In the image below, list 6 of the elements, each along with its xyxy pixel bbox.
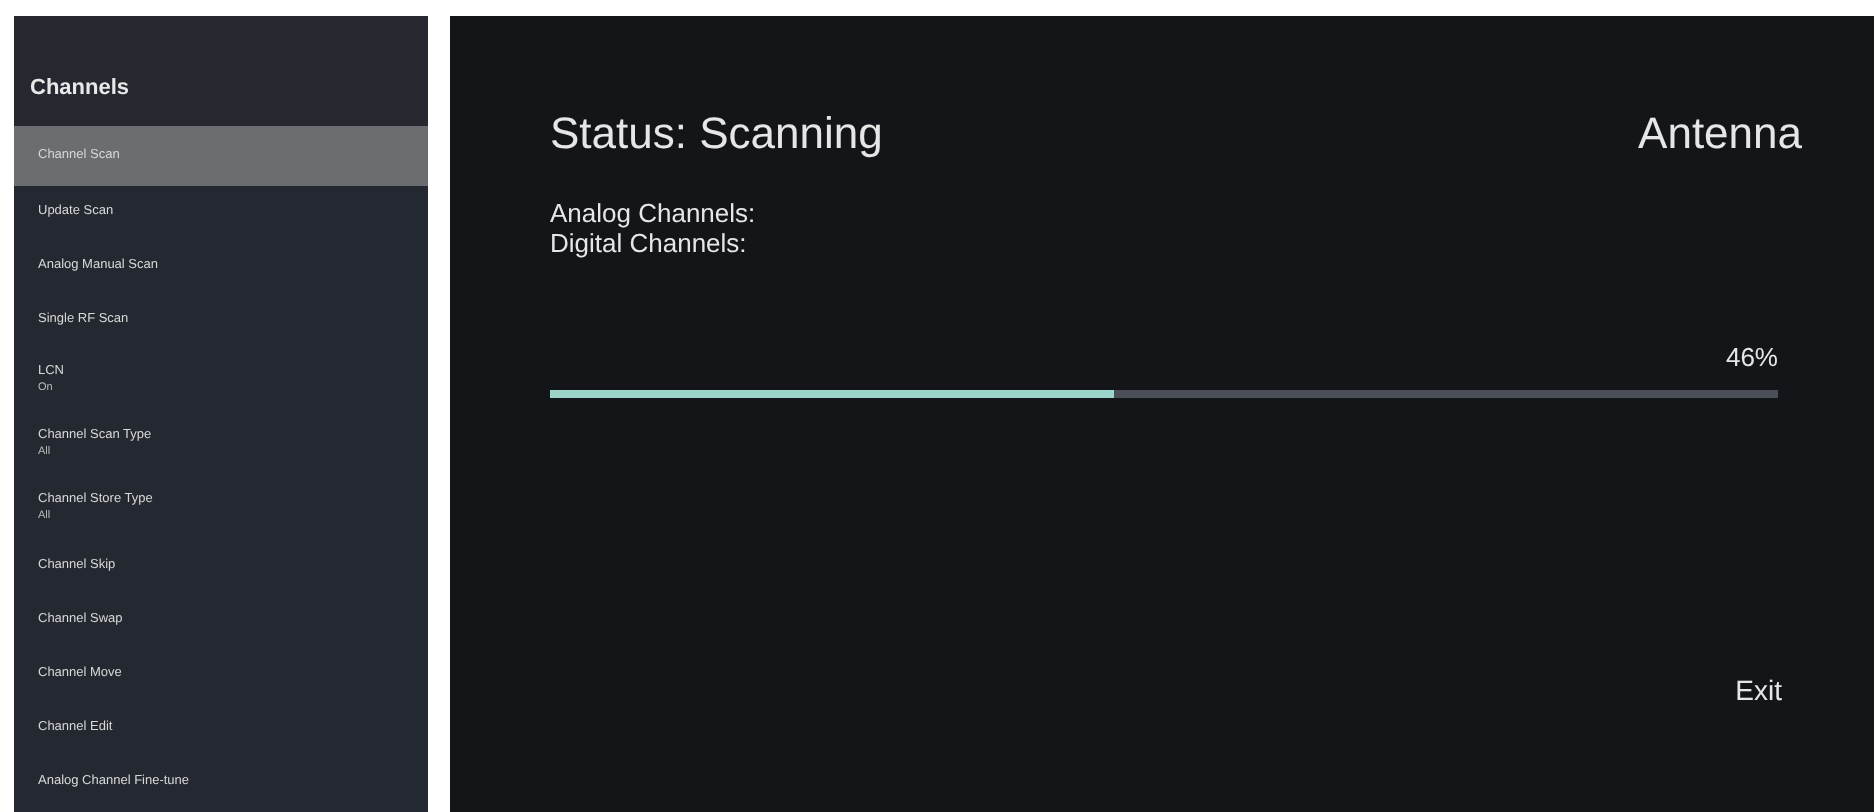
source-text: Antenna <box>1638 106 1802 162</box>
channel-count-label: Analog Channels: <box>550 198 758 228</box>
channel-count-label: Digital Channels: <box>550 228 749 258</box>
progress-percent: 46% <box>1723 340 1778 376</box>
exit-button[interactable]: Exit <box>1735 670 1782 712</box>
status-text: Status: Scanning <box>550 106 883 162</box>
